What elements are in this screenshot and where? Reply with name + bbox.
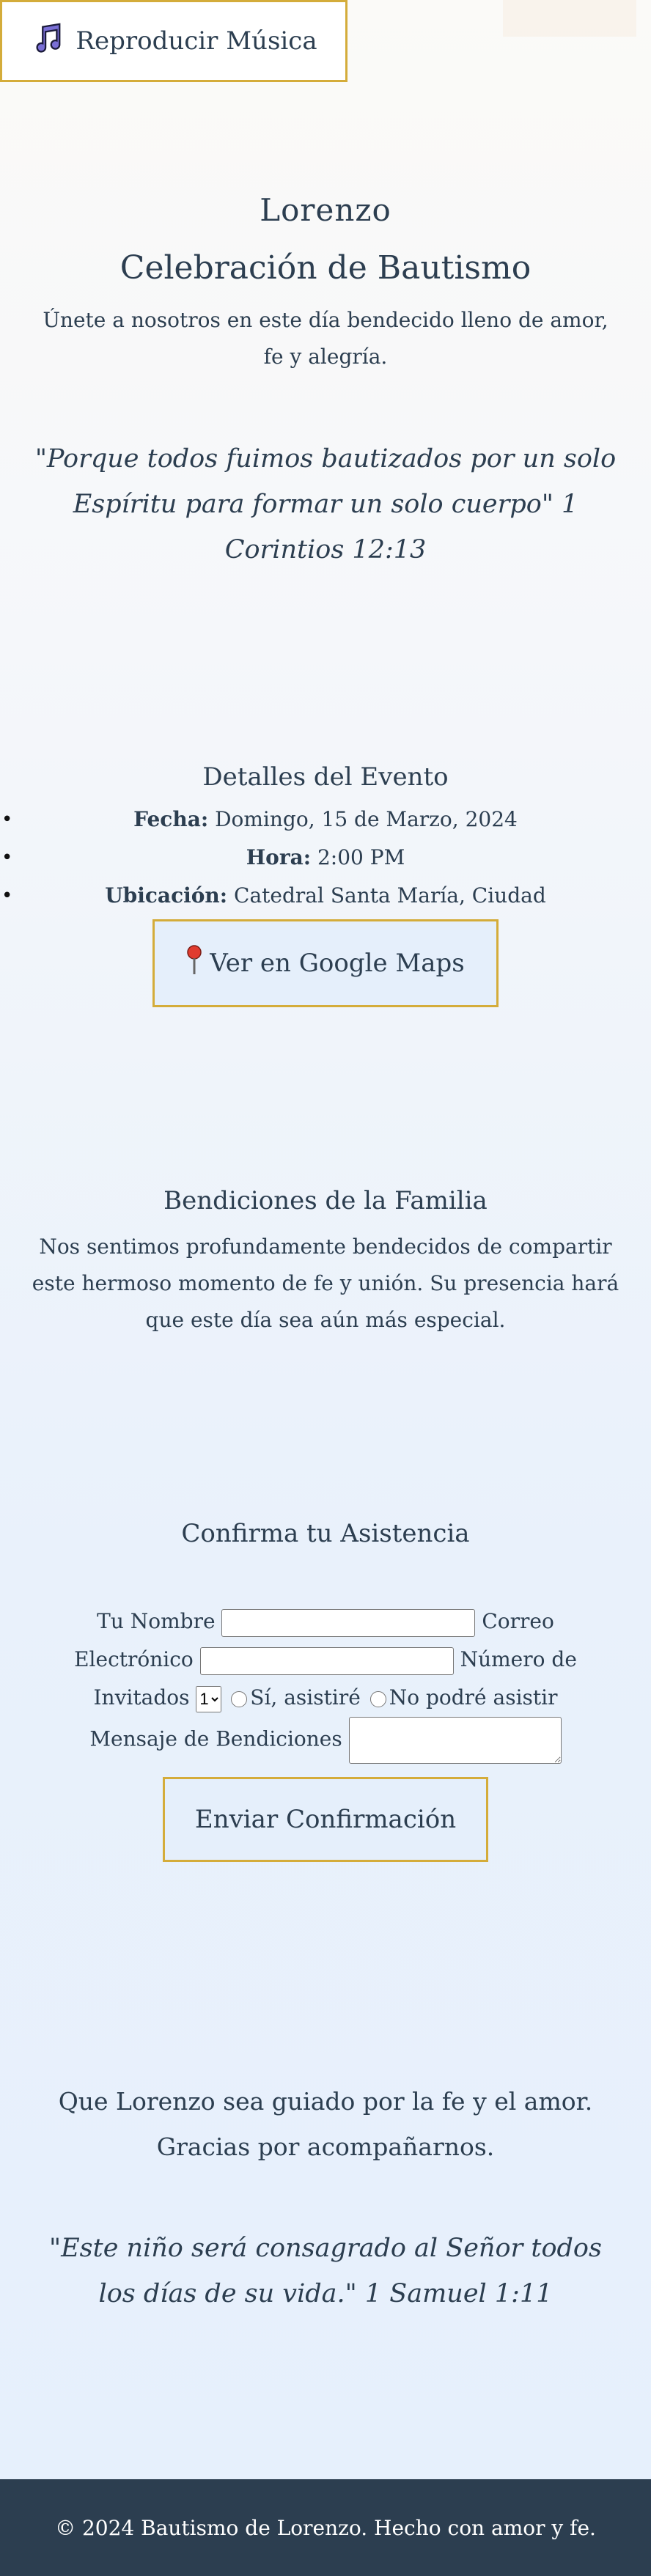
bible-verse-2: "Este niño será consagrado al Señor todo… xyxy=(49,2234,602,2308)
attend-yes-label: Sí, asistiré xyxy=(250,1685,361,1710)
closing-text: Que Lorenzo sea guiado por la fe y el am… xyxy=(58,2087,593,2161)
play-music-label: Reproducir Música xyxy=(76,26,317,56)
attend-no-radio[interactable] xyxy=(369,1690,386,1707)
event-details-list: Fecha: Domingo, 15 de Marzo, 2024 Hora: … xyxy=(0,801,651,915)
footer-text: © 2024 Bautismo de Lorenzo. Hecho con am… xyxy=(55,2515,596,2540)
message-textarea[interactable] xyxy=(348,1717,562,1764)
detail-time-value: 2:00 PM xyxy=(317,845,405,869)
rsvp-form: Tu Nombre Correo Electrónico Número de I… xyxy=(44,1602,607,1764)
detail-date-value: Domingo, 15 de Marzo, 2024 xyxy=(215,807,518,831)
blessings-title: Bendiciones de la Familia xyxy=(163,1186,488,1215)
email-input[interactable] xyxy=(199,1646,454,1675)
detail-location: Ubicación: Catedral Santa María, Ciudad xyxy=(0,877,651,915)
page-title: Celebración de Bautismo xyxy=(119,249,532,287)
detail-date-label: Fecha: xyxy=(133,807,209,831)
name-label: Tu Nombre xyxy=(97,1609,216,1633)
detail-time: Hora: 2:00 PM xyxy=(0,839,651,877)
faded-badge xyxy=(503,0,636,37)
message-label: Mensaje de Bendiciones xyxy=(89,1726,342,1751)
google-maps-label: Ver en Google Maps xyxy=(210,949,465,978)
play-music-button[interactable]: Reproducir Música xyxy=(0,0,347,82)
bible-verse-1: "Porque todos fuimos bautizados por un s… xyxy=(34,444,617,564)
detail-location-value: Catedral Santa María, Ciudad xyxy=(234,883,546,908)
rsvp-title: Confirma tu Asistencia xyxy=(181,1519,470,1548)
detail-time-label: Hora: xyxy=(246,845,312,869)
google-maps-button[interactable]: Ver en Google Maps xyxy=(152,919,499,1007)
detail-date: Fecha: Domingo, 15 de Marzo, 2024 xyxy=(0,801,651,839)
detail-location-label: Ubicación: xyxy=(105,883,228,908)
blessings-text: Nos sentimos profundamente bendecidos de… xyxy=(32,1234,619,1332)
name-input[interactable] xyxy=(221,1608,476,1637)
music-note-icon xyxy=(30,21,64,62)
footer: © 2024 Bautismo de Lorenzo. Hecho con am… xyxy=(0,2479,651,2576)
intro-text: Únete a nosotros en este día bendecido l… xyxy=(43,308,608,369)
map-pin-icon xyxy=(186,944,202,983)
attend-no-label: No podré asistir xyxy=(389,1685,558,1710)
details-title: Detalles del Evento xyxy=(202,762,449,792)
attend-yes-radio[interactable] xyxy=(231,1690,248,1707)
submit-button[interactable]: Enviar Confirmación xyxy=(163,1777,488,1862)
child-name: Lorenzo xyxy=(260,192,391,228)
guests-select[interactable]: 1 xyxy=(196,1685,222,1712)
